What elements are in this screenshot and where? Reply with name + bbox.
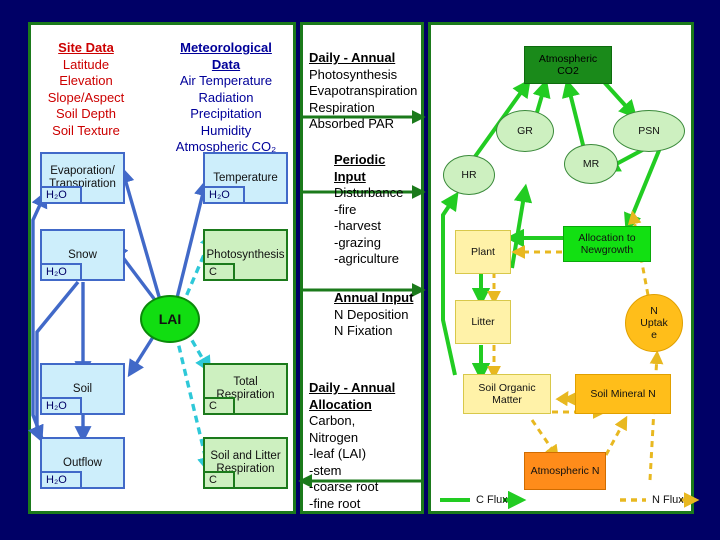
section-item: -coarse root: [309, 479, 379, 494]
site-data-item: Soil Depth: [56, 106, 116, 121]
met-data-item: Radiation: [198, 89, 254, 105]
section-item: Nitrogen: [309, 429, 359, 445]
node-label: HR: [461, 169, 477, 181]
node-litter: Litter: [455, 300, 511, 344]
node-label: MR: [582, 158, 600, 170]
node-atmospheric-n: Atmospheric N: [524, 452, 606, 490]
node-label: Litter: [471, 316, 495, 328]
section-item: Evapotranspiration: [309, 83, 418, 98]
box-label: Snow: [68, 248, 97, 261]
mid-section-annual-input: Annual Input N Deposition N Fixation: [334, 290, 450, 340]
sub-h2o: H₂O: [203, 186, 245, 204]
mid-section-daily-annual: Daily - Annual Photosynthesis Evapotrans…: [309, 50, 425, 133]
node-label: Atmospheric N: [530, 465, 600, 477]
met-data-item: Humidity: [200, 122, 252, 138]
sub-h2o: H₂O: [40, 397, 82, 415]
meteorological-data-block: Meteorological Data Air Temperature Radi…: [158, 40, 294, 156]
site-data-item: Soil Texture: [52, 122, 120, 138]
node-hr: HR: [443, 155, 495, 195]
section-item: -grazing: [334, 234, 381, 250]
site-data-block: Site Data Latitude Elevation Slope/Aspec…: [36, 40, 136, 139]
node-label: Newgrowth: [580, 244, 634, 256]
node-label: e: [651, 329, 657, 341]
section-item: Disturbance: [334, 185, 404, 200]
section-item: -leaf (LAI): [309, 446, 367, 461]
sub-c: C: [203, 397, 235, 415]
node-soil-mineral-n: Soil Mineral N: [575, 374, 671, 414]
section-item: Absorbed PAR: [309, 116, 395, 131]
sub-h2o: H₂O: [40, 263, 82, 281]
box-label: Temperature: [213, 171, 278, 184]
sub-c: C: [203, 471, 235, 489]
sub-h2o: H₂O: [40, 186, 82, 204]
box-total-respiration: Total Respiration C: [203, 363, 288, 415]
section-item: Respiration: [309, 99, 375, 115]
section-item: -harvest: [334, 218, 381, 233]
node-allocation-to-newgrowth: Allocation to Newgrowth: [563, 226, 651, 262]
section-header: Daily - Annual: [309, 50, 396, 65]
box-label: Soil: [72, 382, 93, 395]
node-label: Uptak: [640, 317, 668, 329]
met-data-item: Air Temperature: [179, 73, 273, 88]
node-label: Soil Mineral N: [590, 388, 656, 400]
node-plant: Plant: [455, 230, 511, 274]
box-evaporation-transpiration: Evaporation/ Transpiration H₂O: [40, 152, 125, 204]
box-outflow: Outflow H₂O: [40, 437, 125, 489]
section-header: Annual Input: [334, 290, 414, 305]
section-item: Photosynthesis: [309, 66, 398, 82]
node-atmospheric-co2: Atmospheric CO2: [524, 46, 612, 84]
box-label: Evaporation/: [50, 165, 115, 177]
section-item: -agriculture: [334, 251, 400, 266]
node-label: GR: [517, 125, 533, 137]
section-item: -stem: [309, 462, 342, 478]
section-header: Daily - Annual: [309, 380, 396, 395]
box-label: Outflow: [63, 456, 102, 469]
box-label: Total: [233, 376, 258, 388]
node-label: Soil Organic: [478, 382, 536, 394]
mid-section-periodic-input: Periodic Input Disturbance -fire -harves…: [334, 152, 450, 268]
node-mr: MR: [564, 144, 618, 184]
node-label: CO2: [557, 65, 579, 77]
legend-n-flux-label: N Flux: [652, 494, 684, 506]
sub-c: C: [203, 263, 235, 281]
section-header: Periodic: [334, 152, 386, 167]
box-label: Photosynthesis: [206, 248, 285, 261]
node-label: Allocation to: [578, 232, 636, 244]
section-item: N Fixation: [334, 323, 393, 338]
node-soil-organic-matter: Soil Organic Matter: [463, 374, 551, 414]
site-data-item: Latitude: [62, 56, 110, 72]
site-data-header: Site Data: [58, 40, 114, 55]
section-item: Carbon,: [309, 413, 356, 428]
legend-c-flux-label: C Flux: [476, 494, 508, 506]
box-photosynthesis: Photosynthesis C: [203, 229, 288, 281]
box-snow: Snow H₂O: [40, 229, 125, 281]
section-item: -fire: [334, 201, 357, 217]
node-gr: GR: [496, 110, 554, 152]
node-label: Atmospheric: [538, 53, 598, 65]
section-header: Allocation: [309, 396, 372, 412]
section-item: -fine root: [309, 495, 361, 511]
site-data-item: Elevation: [59, 73, 113, 88]
mid-section-daily-annual-allocation: Daily - Annual Allocation Carbon, Nitrog…: [309, 380, 425, 512]
box-soil-and-litter-respiration: Soil and Litter Respiration C: [203, 437, 288, 489]
section-header: Input: [334, 168, 366, 184]
section-item: N Deposition: [334, 306, 409, 322]
sub-h2o: H₂O: [40, 471, 82, 489]
node-label: Plant: [471, 246, 495, 258]
box-label: Soil and Litter: [210, 450, 281, 462]
met-data-item: Precipitation: [190, 106, 262, 121]
met-data-header-line1: Meteorological: [180, 40, 272, 55]
node-psn: PSN: [613, 110, 685, 152]
node-label: N: [650, 305, 658, 317]
box-soil: Soil H₂O: [40, 363, 125, 415]
lai-node: LAI: [140, 295, 200, 343]
node-label: PSN: [638, 125, 660, 137]
met-data-header-line2: Data: [211, 56, 241, 72]
diagram-canvas: Site Data Latitude Elevation Slope/Aspec…: [0, 0, 720, 540]
box-temperature: Temperature H₂O: [203, 152, 288, 204]
node-n-uptake: N Uptak e: [625, 294, 683, 352]
site-data-item: Slope/Aspect: [47, 89, 125, 105]
node-label: Matter: [492, 394, 522, 406]
